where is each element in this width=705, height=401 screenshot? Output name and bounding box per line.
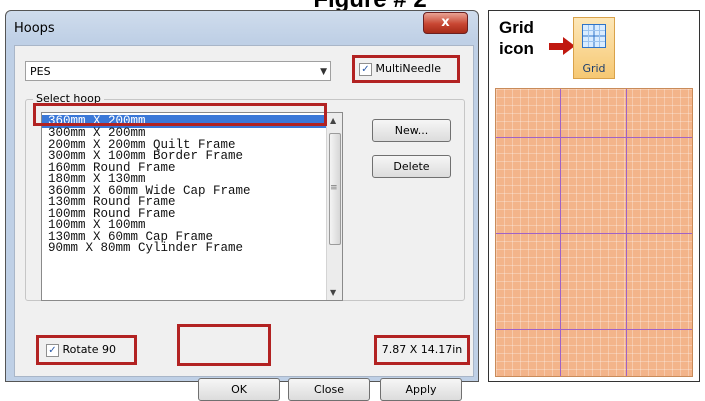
- multineedle-label: MultiNeedle: [375, 62, 441, 75]
- caption-line-1: Grid: [499, 18, 534, 37]
- rotate-90-label: Rotate 90: [62, 343, 117, 356]
- new-button[interactable]: New...: [372, 119, 451, 142]
- checkbox-checked-icon: ✓: [46, 343, 59, 357]
- grid-icon: [582, 24, 606, 48]
- dialog-title: Hoops: [14, 21, 55, 36]
- grid-button-label: Grid: [582, 62, 606, 75]
- grid-button[interactable]: Grid: [573, 17, 615, 79]
- scroll-up-icon[interactable]: ▲: [330, 116, 336, 125]
- grid-line: [496, 329, 692, 330]
- format-select[interactable]: PES ▼: [25, 61, 331, 81]
- chevron-down-icon: ▼: [320, 67, 327, 77]
- caption-line-2: icon: [499, 39, 534, 58]
- close-icon: x: [441, 15, 450, 30]
- hoop-grid-canvas[interactable]: [495, 88, 693, 377]
- scroll-down-icon[interactable]: ▼: [330, 288, 336, 297]
- hoop-item[interactable]: 90mm X 80mm Cylinder Frame: [42, 242, 342, 255]
- grid-line: [496, 233, 692, 234]
- ok-button-highlight: [177, 324, 271, 366]
- delete-button[interactable]: Delete: [372, 155, 451, 178]
- apply-button[interactable]: Apply: [380, 378, 462, 401]
- grip-icon: ≡: [330, 183, 338, 193]
- close-window-button[interactable]: x: [423, 12, 468, 34]
- format-select-value: PES: [30, 65, 51, 78]
- grid-line: [496, 137, 692, 138]
- list-scrollbar[interactable]: ▲ ≡ ▼: [326, 113, 342, 300]
- multineedle-checkbox[interactable]: ✓ MultiNeedle: [352, 55, 460, 83]
- rotate-90-checkbox[interactable]: ✓ Rotate 90: [36, 335, 137, 365]
- checkbox-checked-icon: ✓: [359, 62, 372, 76]
- grid-panel: Grid icon Grid: [488, 10, 700, 382]
- grid-icon-caption: Grid icon: [499, 17, 534, 59]
- ok-button[interactable]: OK: [198, 378, 280, 401]
- hoop-list[interactable]: 360mm X 200mm 300mm X 200mm 200mm X 200mm …: [41, 112, 343, 301]
- hoop-size-readout: 7.87 X 14.17in: [374, 335, 470, 365]
- close-button[interactable]: Close: [288, 378, 370, 401]
- selected-hoop-highlight: [33, 103, 327, 126]
